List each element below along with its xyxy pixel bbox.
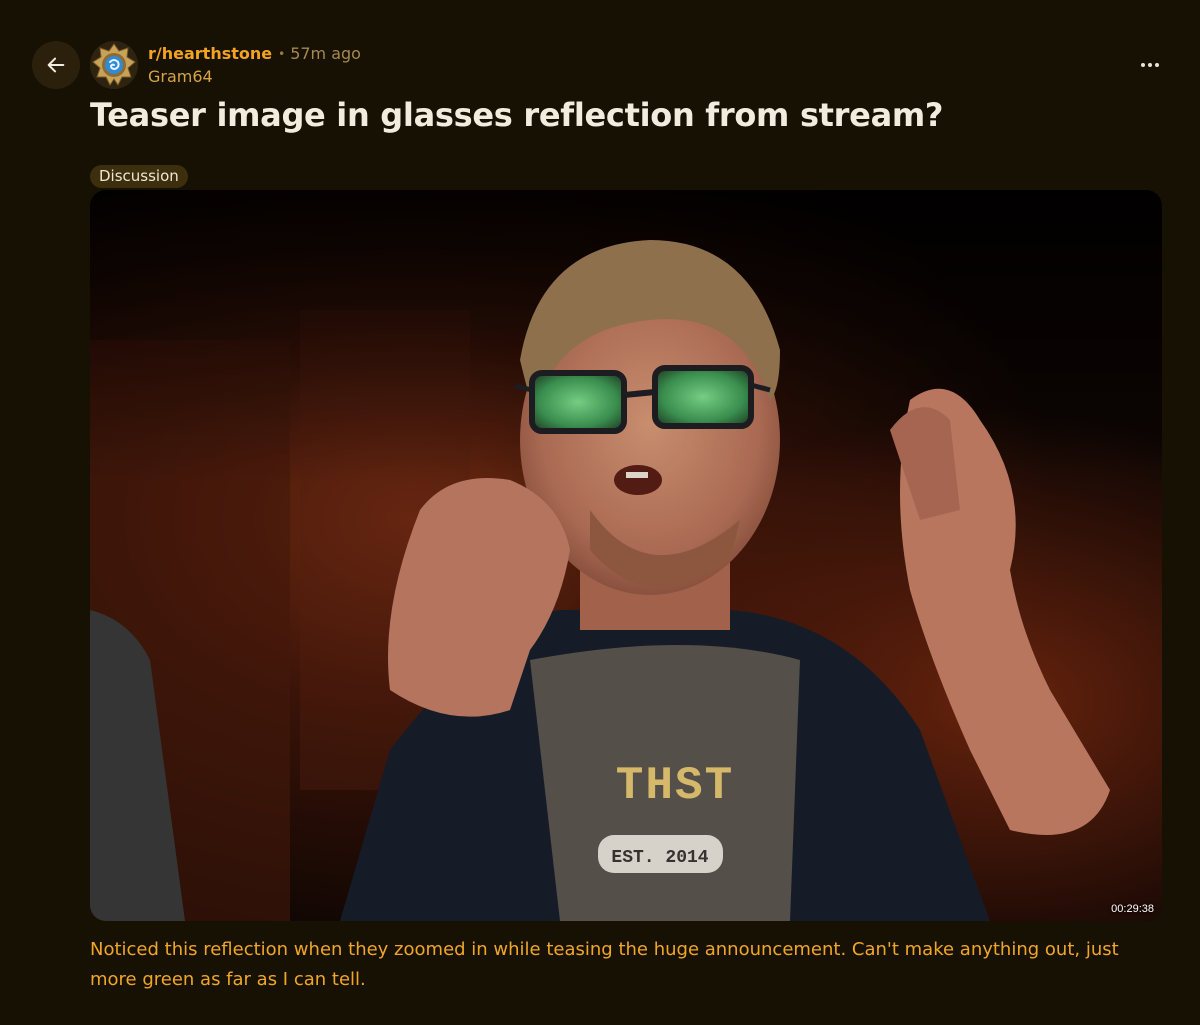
post-title: Teaser image in glasses reflection from … <box>90 96 944 134</box>
hearthstone-logo-icon <box>90 41 138 89</box>
post-video[interactable]: THST EST. 2014 00:29:38 <box>90 190 1162 921</box>
more-horizontal-icon <box>1141 63 1145 67</box>
author-link[interactable]: Gram64 <box>148 66 361 88</box>
meta-separator: • <box>278 47 286 61</box>
post-body: Noticed this reflection when they zoomed… <box>90 939 1119 990</box>
post-meta: r/hearthstone • 57m ago Gram64 <box>148 43 361 88</box>
post-page: r/hearthstone • 57m ago Gram64 Teaser im… <box>0 0 1200 1025</box>
post-flair[interactable]: Discussion <box>90 165 188 188</box>
overflow-menu-button[interactable] <box>1132 51 1168 79</box>
arrow-left-icon <box>47 57 65 73</box>
post-time: 57m ago <box>290 44 361 63</box>
subreddit-link[interactable]: r/hearthstone <box>148 43 272 65</box>
back-button[interactable] <box>32 41 80 89</box>
video-timestamp: 00:29:38 <box>1111 903 1154 915</box>
subreddit-avatar[interactable] <box>90 41 138 89</box>
video-frame: THST EST. 2014 <box>90 190 1162 921</box>
